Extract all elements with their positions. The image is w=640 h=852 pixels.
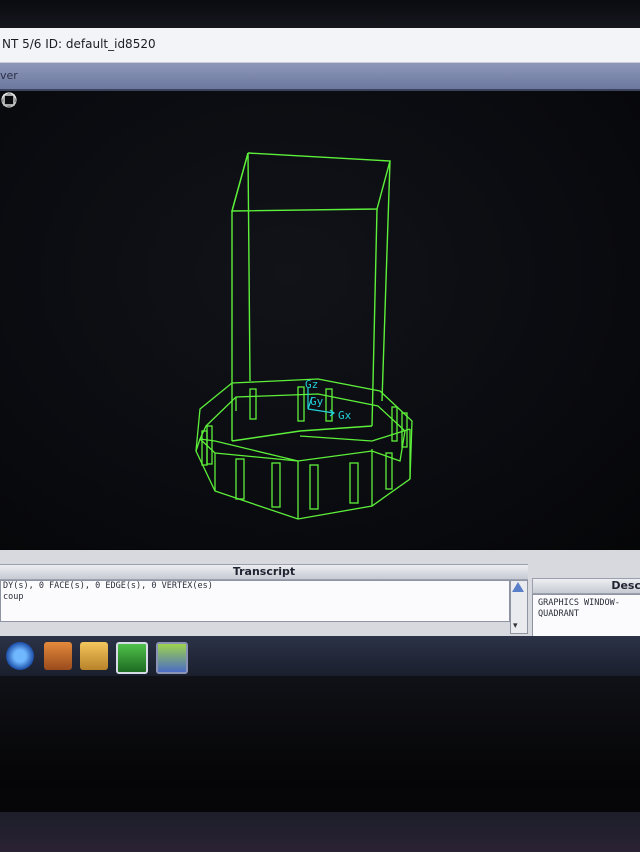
wireframe-model: Gz Gy Gx [195, 152, 413, 520]
description-line: QUADRANT [538, 609, 579, 619]
axis-label-x: Gx [338, 409, 352, 422]
graphics-window[interactable]: Gz Gy Gx [0, 91, 640, 549]
transcript-scrollbar[interactable]: ▾ [510, 580, 528, 634]
browser-icon[interactable] [6, 642, 34, 670]
package-icon[interactable] [80, 642, 108, 670]
menu-bar[interactable]: ver [0, 63, 640, 91]
transcript-header: Transcript [0, 564, 528, 580]
scroll-up-icon[interactable] [512, 582, 524, 592]
monitor-bezel-strip [0, 812, 640, 852]
description-line: GRAPHICS WINDOW- [538, 598, 620, 608]
transcript-log[interactable]: DY(s), 0 FACE(s), 0 EDGE(s), 0 VERTEX(es… [0, 580, 510, 622]
window-titlebar: NT 5/6 ID: default_id8520 [0, 28, 640, 63]
base-ring-wireframe [195, 378, 413, 520]
rotate-view-icon[interactable] [0, 91, 18, 109]
window-title: NT 5/6 ID: default_id8520 [2, 37, 156, 51]
active-app-icon[interactable] [156, 642, 188, 674]
axis-label-z: Gz [305, 378, 318, 391]
user-tools-icon[interactable] [44, 642, 72, 670]
scroll-down-icon[interactable]: ▾ [513, 621, 523, 631]
gambit-app-icon[interactable] [116, 642, 148, 674]
transcript-line: coup [3, 592, 24, 602]
menu-item-fragment[interactable]: ver [0, 69, 18, 82]
taskbar [0, 636, 640, 676]
description-header: Desc [532, 578, 640, 594]
monitor-bezel-top [0, 0, 640, 28]
transcript-line: DY(s), 0 FACE(s), 0 EDGE(s), 0 VERTEX(es… [3, 581, 213, 591]
axis-label-y: Gy [310, 395, 324, 408]
